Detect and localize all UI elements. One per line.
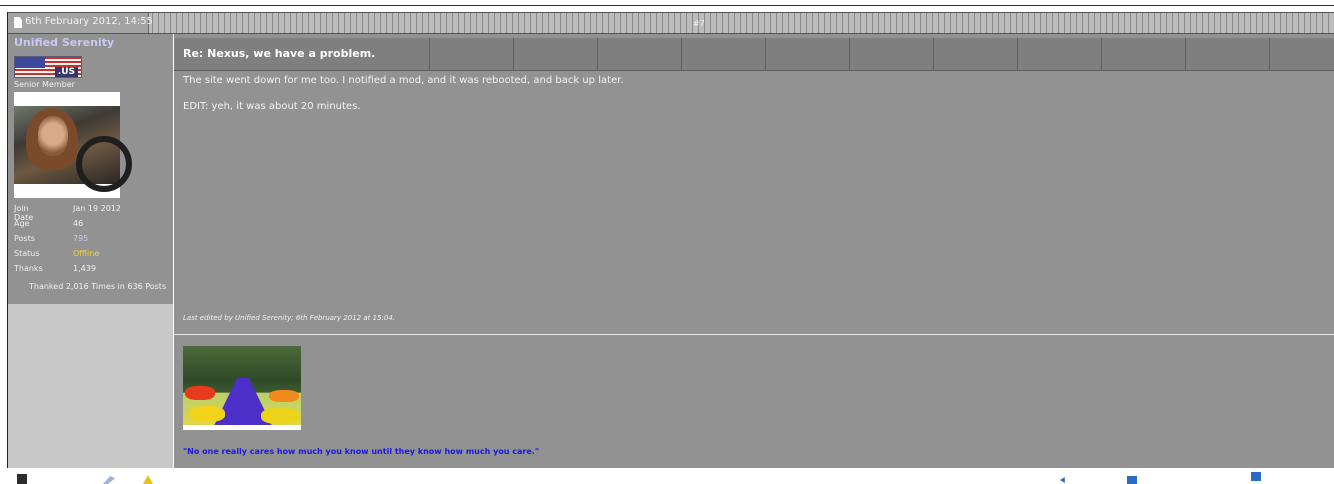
signature-image <box>183 346 301 430</box>
post-date-box: 6th February 2012, 14:55 <box>8 13 153 33</box>
stat-key: Status <box>14 249 40 258</box>
avatar-photo <box>14 106 132 192</box>
post-title-bar: Re: Nexus, we have a problem. <box>174 38 1334 71</box>
signature-image-caption-strip <box>183 425 301 430</box>
user-profile-icon[interactable] <box>17 474 27 484</box>
stat-key: Age <box>14 219 30 228</box>
document-icon <box>14 17 22 28</box>
avatar[interactable] <box>14 92 132 198</box>
signature-image-flowers <box>189 406 225 422</box>
posts-count-link[interactable]: 795 <box>73 234 88 243</box>
last-edited-note: Last edited by Unified Serenity; 6th Feb… <box>183 314 396 322</box>
multiquote-icon[interactable] <box>1127 476 1137 484</box>
username-link[interactable]: Unified Serenity <box>14 36 114 49</box>
signature-image-flowers <box>185 386 215 400</box>
flag-canton <box>15 57 45 68</box>
message-paragraph: The site went down for me too. I notifie… <box>183 75 624 86</box>
user-info-panel: Unified Serenity .US Senior Member Join … <box>8 34 173 468</box>
flag-tld-label: .US <box>54 67 78 77</box>
stat-value: 1,439 <box>73 264 96 273</box>
us-flag-icon: .US <box>14 56 82 78</box>
stat-value: Jan 19 2012 <box>73 204 121 213</box>
post-footer-toolbar <box>0 470 1334 484</box>
avatar-face <box>38 116 68 156</box>
stat-key: Thanks <box>14 264 43 273</box>
avatar-steering-wheel <box>76 136 132 192</box>
title-bar-cells <box>429 38 1334 70</box>
report-icon[interactable] <box>143 475 153 484</box>
reply-icon[interactable] <box>1060 477 1065 483</box>
signature-image-flowers <box>261 408 299 424</box>
status-badge: Offline <box>73 249 100 258</box>
stat-key: Posts <box>14 234 35 243</box>
signature-quote: "No one really cares how much you know u… <box>183 447 540 456</box>
message-paragraph: EDIT: yeh, it was about 20 minutes. <box>183 101 361 112</box>
post-header: 6th February 2012, 14:55 #7 <box>8 12 1334 34</box>
user-title: Senior Member <box>14 80 75 89</box>
signature-divider <box>174 334 1334 335</box>
post-title: Re: Nexus, we have a problem. <box>183 47 376 60</box>
quote-icon[interactable] <box>1251 472 1261 481</box>
stat-value: 46 <box>73 219 84 228</box>
top-separator <box>0 0 1334 6</box>
forum-post: 6th February 2012, 14:55 #7 Unified Sere… <box>7 12 1334 468</box>
thanked-summary: Thanked 2,016 Times in 636 Posts <box>29 282 167 291</box>
post-number-link[interactable]: #7 <box>693 19 705 28</box>
post-content: Re: Nexus, we have a problem. The site w… <box>174 34 1334 468</box>
edit-icon[interactable] <box>103 476 115 484</box>
post-message: The site went down for me too. I notifie… <box>183 75 624 127</box>
signature-image-flowers <box>269 390 299 402</box>
post-date: 6th February 2012, 14:55 <box>25 16 153 27</box>
